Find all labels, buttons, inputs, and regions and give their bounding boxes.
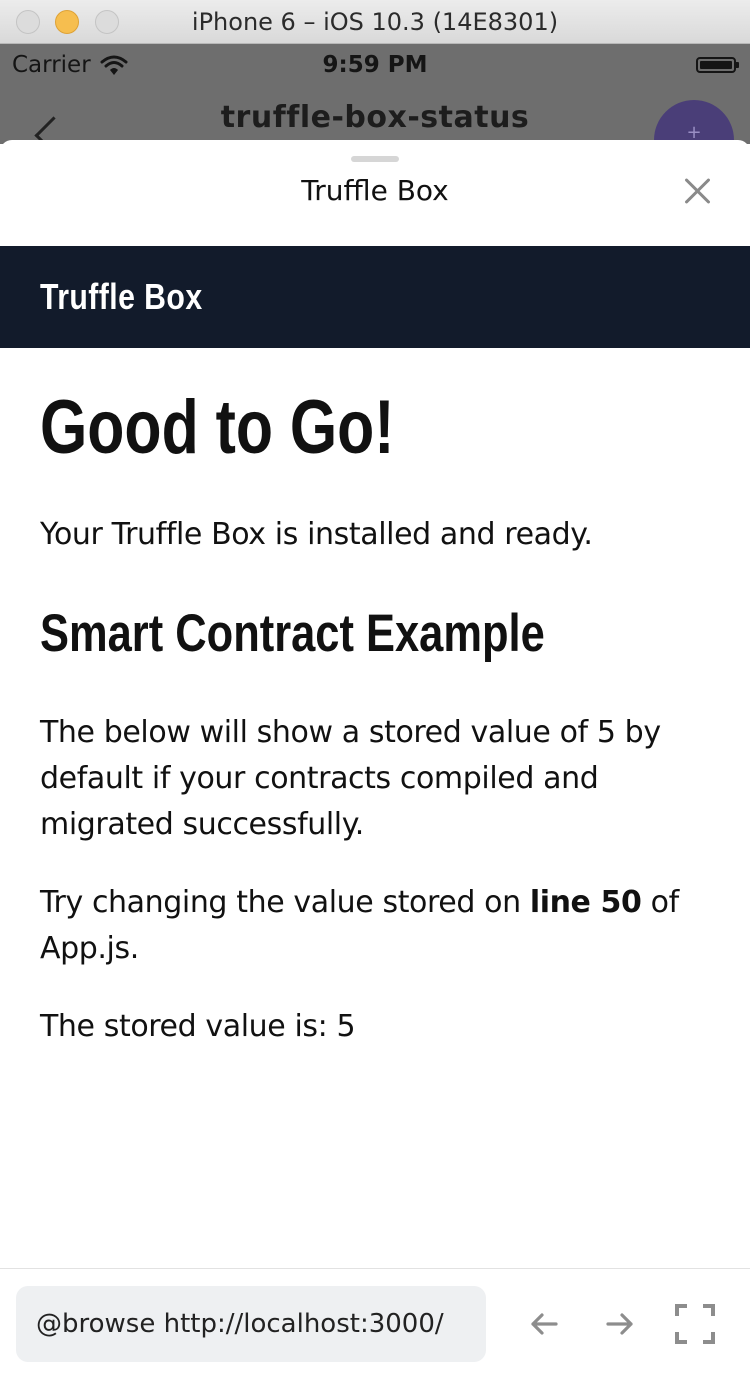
simulator-title: iPhone 6 – iOS 10.3 (14E8301)	[191, 8, 559, 36]
app-navbar: Truffle Box	[0, 246, 750, 348]
sheet-grabber[interactable]	[351, 156, 399, 162]
background-page-title: truffle-box-status	[220, 100, 530, 135]
section-heading: Smart Contract Example	[40, 604, 545, 663]
instruction-text: Try changing the value stored on line 50…	[40, 880, 700, 972]
battery-icon	[696, 57, 739, 73]
status-time: 9:59 PM	[322, 52, 428, 78]
expand-icon[interactable]	[674, 1303, 716, 1345]
background-app: Carrier 9:59 PM truffle-box-status +	[0, 44, 750, 144]
arrow-left-icon[interactable]	[524, 1304, 564, 1344]
instruction-prefix: Try changing the value stored on	[40, 885, 530, 920]
url-input[interactable]: @browse http://localhost:3000/	[16, 1286, 486, 1362]
simulator-titlebar: iPhone 6 – iOS 10.3 (14E8301)	[0, 0, 750, 44]
navbar-brand[interactable]: Truffle Box	[40, 276, 203, 318]
page-content: Good to Go! Your Truffle Box is installe…	[40, 380, 700, 1050]
browser-toolbar: @browse http://localhost:3000/	[0, 1268, 750, 1378]
sheet-title: Truffle Box	[301, 174, 449, 207]
browser-sheet: Truffle Box Truffle Box Good to Go! Your…	[0, 140, 750, 1378]
stored-value-text: The stored value is: 5	[40, 1009, 356, 1044]
page-heading: Good to Go!	[40, 385, 395, 470]
intro-text: Your Truffle Box is installed and ready.	[40, 517, 593, 552]
description-text: The below will show a stored value of 5 …	[40, 715, 661, 842]
arrow-right-icon[interactable]	[600, 1304, 640, 1344]
close-icon[interactable]	[680, 174, 714, 208]
instruction-line-ref: line 50	[529, 885, 642, 920]
